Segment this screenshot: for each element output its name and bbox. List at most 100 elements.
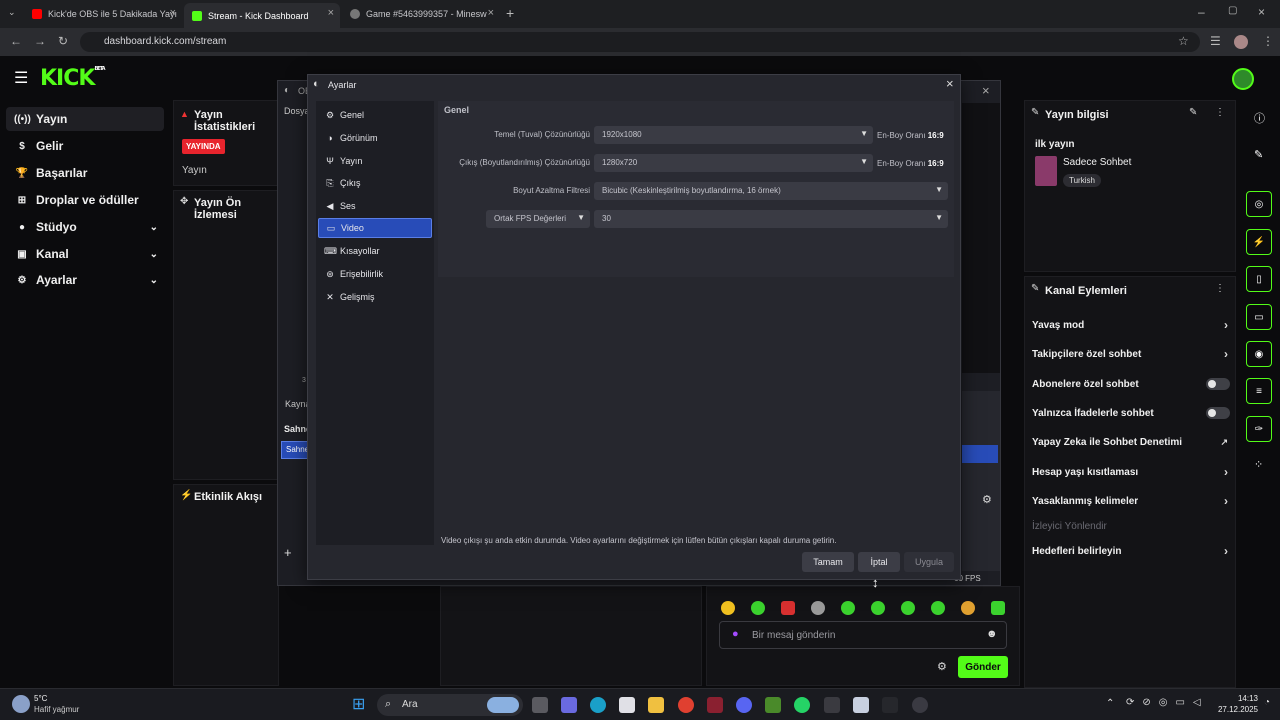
nav-item-studyo[interactable]: ● Stüdyo ⌄ bbox=[6, 215, 164, 239]
obs-gear-icon[interactable]: ⚙ bbox=[982, 493, 992, 506]
ok-button[interactable]: Tamam bbox=[802, 552, 854, 572]
send-button[interactable]: Gönder bbox=[958, 656, 1008, 678]
emoji-icon[interactable]: ☻ bbox=[986, 628, 998, 640]
rail-button-tools[interactable]: ✑ bbox=[1246, 416, 1272, 442]
minecraft-icon[interactable] bbox=[765, 697, 781, 713]
rail-button-mobile[interactable]: ▯ bbox=[1246, 266, 1272, 292]
tray-chevron-icon[interactable]: ⌃ bbox=[1106, 698, 1114, 709]
hamburger-menu-icon[interactable]: ☰ bbox=[14, 68, 28, 88]
reload-icon[interactable]: ↻ bbox=[58, 34, 68, 48]
tab-kick-dashboard[interactable]: Stream - Kick Dashboard × bbox=[184, 3, 340, 28]
action-banned-words[interactable]: Yasaklanmış kelimeler › bbox=[1032, 491, 1232, 511]
output-resolution-select[interactable]: 1280x720 ▼ bbox=[594, 154, 873, 172]
fps-type-select[interactable]: Ortak FPS Değerleri ▼ bbox=[486, 210, 590, 228]
nav-item-droplar[interactable]: ⊞ Droplar ve ödüller bbox=[6, 188, 164, 212]
chat-input[interactable]: ● Bir mesaj gönderin ☻ bbox=[719, 621, 1007, 649]
settings-tab-video[interactable]: ▭ Video bbox=[318, 218, 432, 238]
action-ai-moderation[interactable]: Yapay Zeka ile Sohbet Denetimi ↗ bbox=[1032, 432, 1232, 452]
window-close-icon[interactable]: × bbox=[1258, 5, 1265, 19]
microphone-icon[interactable]: ● bbox=[732, 628, 739, 640]
discord-icon[interactable] bbox=[736, 697, 752, 713]
settings-tab-stream[interactable]: Ψ Yayın bbox=[318, 151, 432, 171]
info-icon[interactable]: ⓘ bbox=[1254, 110, 1265, 126]
tray-icons[interactable]: ⟳⊘◎▭◁ bbox=[1126, 697, 1209, 708]
close-icon[interactable]: × bbox=[328, 7, 334, 19]
base-resolution-select[interactable]: 1920x1080 ▼ bbox=[594, 126, 873, 144]
obs-close-icon[interactable]: × bbox=[982, 83, 990, 98]
chat-settings-icon[interactable]: ⚙ bbox=[937, 660, 947, 673]
nav-item-gelir[interactable]: $ Gelir bbox=[6, 134, 164, 158]
settings-tab-audio[interactable]: ◀ Ses bbox=[318, 196, 432, 216]
emote-icon[interactable] bbox=[931, 601, 945, 615]
action-account-age[interactable]: Hesap yaşı kısıtlaması › bbox=[1032, 462, 1232, 482]
emote-icon[interactable] bbox=[901, 601, 915, 615]
taskbar-search[interactable]: ⌕ Ara bbox=[377, 694, 523, 716]
rail-button-camera[interactable]: ◎ bbox=[1246, 191, 1272, 217]
nav-item-yayin[interactable]: ((•)) Yayın bbox=[6, 107, 164, 131]
tab-minesweeper[interactable]: Game #5463999357 - Minesw × bbox=[342, 3, 500, 25]
user-avatar[interactable] bbox=[1232, 68, 1254, 90]
edge-icon[interactable] bbox=[590, 697, 606, 713]
rail-button-lightning[interactable]: ⚡ bbox=[1246, 229, 1272, 255]
store-icon[interactable] bbox=[619, 697, 635, 713]
minimize-icon[interactable]: – bbox=[1198, 5, 1205, 19]
emote-icon[interactable] bbox=[811, 601, 825, 615]
settings-tab-general[interactable]: ⚙ Genel bbox=[318, 105, 432, 125]
nav-item-ayarlar[interactable]: ⚙ Ayarlar ⌄ bbox=[6, 268, 164, 292]
rail-button-broadcast[interactable]: ◉ bbox=[1246, 341, 1272, 367]
weather-icon[interactable] bbox=[12, 695, 30, 713]
emote-icon[interactable] bbox=[841, 601, 855, 615]
close-icon[interactable]: × bbox=[170, 7, 176, 19]
reading-list-icon[interactable]: ☰ bbox=[1210, 34, 1221, 48]
more-dots-icon[interactable]: ⋮ bbox=[1215, 107, 1225, 118]
pen-icon[interactable] bbox=[824, 697, 840, 713]
emote-icon[interactable] bbox=[781, 601, 795, 615]
tab-list-icon[interactable]: ⌄ bbox=[8, 7, 16, 18]
fps-value-select[interactable]: 30 ▼ bbox=[594, 210, 948, 228]
pencil-icon[interactable]: ✎ bbox=[1254, 148, 1263, 161]
file-explorer-icon[interactable] bbox=[648, 697, 664, 713]
settings-tab-appearance[interactable]: ◑ Görünüm bbox=[318, 128, 432, 148]
new-tab-icon[interactable]: + bbox=[506, 5, 514, 21]
back-icon[interactable]: ← bbox=[10, 34, 22, 48]
tab-youtube[interactable]: Kick'de OBS ile 5 Dakikada Yayı × bbox=[24, 3, 182, 25]
app-icon[interactable] bbox=[707, 697, 723, 713]
obs-menu-file[interactable]: Dosya bbox=[284, 106, 310, 116]
nav-item-kanal[interactable]: ▣ Kanal ⌄ bbox=[6, 242, 164, 266]
edit-icon[interactable]: ✎ bbox=[1189, 107, 1197, 118]
emote-icon[interactable] bbox=[721, 601, 735, 615]
emote-icon[interactable] bbox=[871, 601, 885, 615]
task-view-icon[interactable] bbox=[532, 697, 548, 713]
settings-tab-output[interactable]: ⎘ Çıkış bbox=[318, 173, 432, 193]
dialog-close-icon[interactable]: × bbox=[946, 76, 954, 91]
rail-button-list[interactable]: ≡ bbox=[1246, 378, 1272, 404]
profile-avatar-icon[interactable] bbox=[1234, 35, 1248, 49]
settings-tab-advanced[interactable]: ✕ Gelişmiş bbox=[318, 287, 432, 307]
apps-icon[interactable]: ⁘ bbox=[1254, 458, 1263, 471]
close-icon[interactable]: × bbox=[488, 7, 494, 19]
kick-logo[interactable]: KICKBETA bbox=[40, 66, 106, 91]
windows-start-icon[interactable]: ⊞ bbox=[352, 697, 365, 713]
obs-icon[interactable] bbox=[912, 697, 928, 713]
maximize-icon[interactable]: ▢ bbox=[1228, 5, 1237, 16]
app-icon[interactable] bbox=[882, 697, 898, 713]
emote-only-toggle[interactable] bbox=[1206, 407, 1230, 419]
emote-icon[interactable] bbox=[991, 601, 1005, 615]
copilot-icon[interactable] bbox=[561, 697, 577, 713]
emote-icon[interactable] bbox=[961, 601, 975, 615]
action-followers-only[interactable]: Takipçilere özel sohbet › bbox=[1032, 344, 1232, 364]
url-field[interactable]: dashboard.kick.com/stream bbox=[80, 32, 1200, 52]
nav-item-basarilar[interactable]: 🏆 Başarılar bbox=[6, 161, 164, 185]
action-slow-mode[interactable]: Yavaş mod › bbox=[1032, 315, 1232, 335]
menu-dots-icon[interactable]: ⋮ bbox=[1262, 34, 1274, 48]
app-icon[interactable] bbox=[853, 697, 869, 713]
cancel-button[interactable]: İptal bbox=[858, 552, 900, 572]
obs-scene-item[interactable]: Sahne bbox=[281, 441, 309, 459]
emote-icon[interactable] bbox=[751, 601, 765, 615]
downscale-filter-select[interactable]: Bicubic (Keskinleştirilmiş boyutlandırma… bbox=[594, 182, 948, 200]
obs-add-scene-icon[interactable]: + bbox=[284, 545, 292, 560]
action-set-goals[interactable]: Hedefleri belirleyin › bbox=[1032, 541, 1232, 561]
notification-bell-icon[interactable]: ◔ bbox=[1264, 697, 1270, 708]
more-dots-icon[interactable]: ⋮ bbox=[1215, 283, 1225, 294]
rail-button-chat[interactable]: ▭ bbox=[1246, 304, 1272, 330]
